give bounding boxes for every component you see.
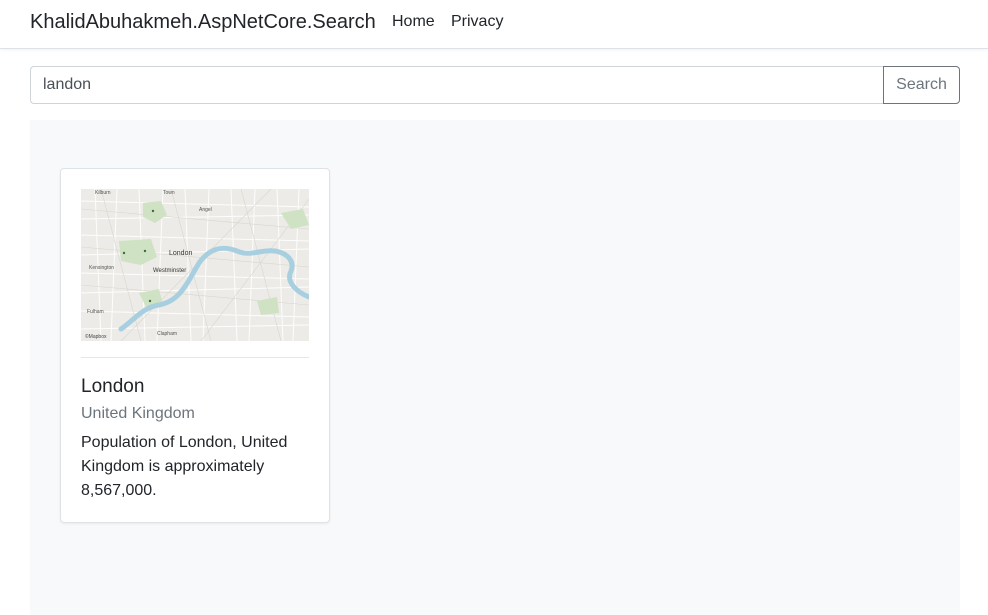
card-title: London <box>81 376 145 397</box>
card-subtitle: United Kingdom <box>81 405 195 422</box>
search-form: Search <box>30 66 960 104</box>
navbar: KhalidAbuhakmeh.AspNetCore.Search Home P… <box>0 0 988 49</box>
result-card: London Westminster Kensington Fulham Cla… <box>60 168 330 523</box>
map-label-place-6: Town <box>163 190 175 196</box>
results-area: London Westminster Kensington Fulham Cla… <box>30 120 960 615</box>
map-attribution: ©Mapbox <box>85 333 107 340</box>
search-input[interactable] <box>30 66 883 104</box>
nav-link-privacy[interactable]: Privacy <box>451 12 503 32</box>
map-label-place-4: Angel <box>199 207 212 213</box>
map-label-district: Westminster <box>153 268 186 274</box>
brand-link[interactable]: KhalidAbuhakmeh.AspNetCore.Search <box>30 10 376 34</box>
map-image: London Westminster Kensington Fulham Cla… <box>81 189 309 341</box>
map-label-place-5: Kilburn <box>95 190 111 196</box>
card-divider <box>81 357 309 358</box>
map-label-place-1: Kensington <box>89 265 114 271</box>
nav-link-home[interactable]: Home <box>392 12 435 32</box>
map-label-city: London <box>169 250 192 257</box>
map-label-place-3: Clapham <box>157 331 177 337</box>
search-button[interactable]: Search <box>883 66 960 104</box>
card-text: Population of London, United Kingdom is … <box>81 434 288 499</box>
map-label-place-2: Fulham <box>87 309 104 315</box>
